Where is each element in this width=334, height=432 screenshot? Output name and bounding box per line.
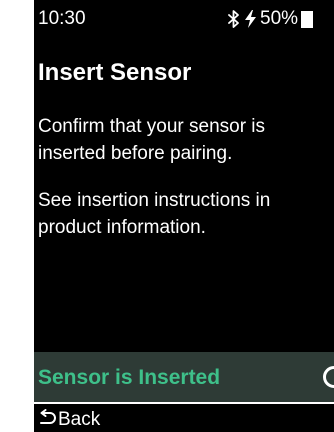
divider bbox=[34, 402, 334, 404]
confirm-circle-icon bbox=[323, 366, 334, 388]
instruction-text: Confirm that your sensor is inserted bef… bbox=[38, 116, 266, 164]
charging-bolt-icon bbox=[244, 10, 257, 28]
info-text: See insertion instructions in product in… bbox=[38, 190, 271, 238]
back-button[interactable]: Back bbox=[34, 406, 334, 432]
status-time: 10:30 bbox=[38, 8, 86, 29]
bluetooth-icon bbox=[228, 10, 240, 28]
battery-percent: 50% bbox=[260, 8, 299, 29]
device-screen: 10:30 50% Insert Sensor Confirm that you… bbox=[34, 0, 334, 432]
status-indicators: 50% bbox=[228, 8, 314, 30]
back-label: Back bbox=[58, 409, 101, 430]
sensor-inserted-label: Sensor is Inserted bbox=[38, 366, 221, 389]
sensor-inserted-button[interactable]: Sensor is Inserted bbox=[34, 352, 334, 402]
status-bar: 10:30 50% bbox=[34, 0, 334, 36]
battery-icon bbox=[301, 10, 314, 28]
back-arrow-icon bbox=[38, 409, 56, 432]
page-title: Insert Sensor bbox=[38, 59, 192, 86]
